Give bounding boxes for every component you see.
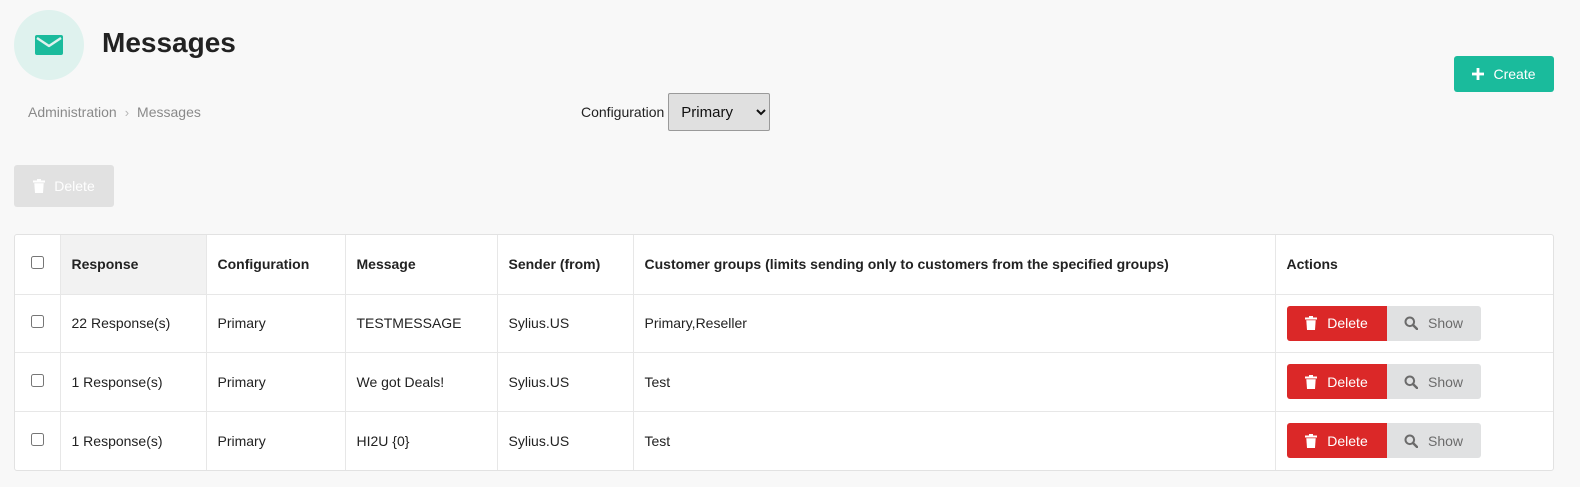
cell-response: 22 Response(s)	[60, 294, 207, 353]
row-select-cell	[15, 352, 61, 411]
cell-actions: Delete Show	[1275, 411, 1553, 470]
breadcrumb-administration[interactable]: Administration	[28, 104, 117, 120]
cell-configuration: Primary	[206, 411, 346, 470]
row-select-cell	[15, 294, 61, 353]
cell-sender: Sylius.US	[497, 352, 634, 411]
row-show-label: Show	[1427, 432, 1464, 449]
search-icon	[1404, 316, 1418, 331]
cell-message: HI2U {0}	[345, 411, 498, 470]
configuration-select[interactable]: Primary	[668, 93, 771, 131]
row-show-button[interactable]: Show	[1386, 364, 1481, 400]
column-header-sender[interactable]: Sender (from)	[497, 235, 634, 294]
breadcrumb-current: Messages	[137, 104, 201, 120]
trash-icon	[33, 179, 46, 193]
search-icon	[1404, 375, 1418, 389]
create-button-label: Create	[1493, 66, 1536, 82]
create-button[interactable]: Create	[1454, 56, 1554, 92]
column-header-response[interactable]: Response	[60, 235, 207, 294]
breadcrumb: Administration › Messages	[28, 104, 201, 120]
select-all-checkbox[interactable]	[30, 256, 44, 270]
cell-response: 1 Response(s)	[60, 352, 207, 411]
configuration-filter: Configuration Primary	[581, 93, 771, 131]
row-show-button[interactable]: Show	[1386, 305, 1481, 341]
messages-table: Response Configuration Message Sender (f…	[14, 234, 1554, 471]
row-show-label: Show	[1427, 315, 1464, 332]
column-header-customer-groups: Customer groups (limits sending only to …	[633, 235, 1276, 294]
cell-sender: Sylius.US	[497, 294, 634, 353]
row-delete-label: Delete	[1327, 315, 1368, 332]
column-header-message[interactable]: Message	[345, 235, 498, 294]
table-row: 22 Response(s) Primary TESTMESSAGE Syliu…	[15, 294, 1553, 353]
cell-actions: Delete Show	[1275, 353, 1553, 412]
row-actions: Delete Show	[1286, 423, 1543, 458]
plus-icon	[1472, 68, 1485, 80]
row-delete-button[interactable]: Delete	[1286, 423, 1387, 458]
row-delete-label: Delete	[1327, 373, 1368, 390]
cell-customer-groups: Primary,Reseller	[633, 294, 1276, 353]
cell-response: 1 Response(s)	[60, 411, 207, 470]
trash-icon	[1305, 316, 1318, 331]
bulk-delete-label: Delete	[54, 178, 95, 194]
row-select-cell	[15, 411, 61, 470]
row-delete-button[interactable]: Delete	[1286, 364, 1387, 400]
column-header-actions: Actions	[1286, 256, 1338, 273]
cell-customer-groups: Test	[633, 352, 1276, 411]
row-show-label: Show	[1427, 373, 1464, 390]
row-actions: Delete Show	[1286, 364, 1543, 400]
trash-icon	[1305, 374, 1318, 389]
cell-message: We got Deals!	[345, 352, 498, 411]
search-icon	[1404, 434, 1418, 448]
page-title: Messages	[102, 27, 236, 58]
table-row: 1 Response(s) Primary We got Deals! Syli…	[15, 352, 1553, 412]
cell-configuration: Primary	[206, 352, 346, 411]
bulk-delete-button[interactable]: Delete	[14, 165, 114, 207]
envelope-icon	[34, 34, 64, 56]
breadcrumb-separator: ›	[124, 104, 130, 120]
row-actions: Delete Show	[1286, 305, 1543, 341]
column-header-configuration[interactable]: Configuration	[206, 235, 346, 294]
select-all-cell	[15, 235, 61, 294]
row-show-button[interactable]: Show	[1386, 423, 1481, 458]
row-checkbox[interactable]	[30, 432, 44, 446]
table-header-row: Response Configuration Message Sender (f…	[15, 235, 1553, 294]
cell-configuration: Primary	[206, 294, 346, 353]
cell-message: TESTMESSAGE	[345, 294, 498, 353]
page-header-icon	[14, 10, 84, 80]
row-delete-label: Delete	[1327, 432, 1368, 449]
cell-actions: Delete Show	[1275, 294, 1553, 353]
row-checkbox[interactable]	[30, 315, 44, 329]
table-row: 1 Response(s) Primary HI2U {0} Sylius.US…	[15, 411, 1553, 470]
cell-sender: Sylius.US	[497, 411, 634, 470]
configuration-filter-label: Configuration	[581, 104, 665, 120]
cell-customer-groups: Test	[633, 411, 1276, 470]
trash-icon	[1305, 433, 1318, 448]
row-delete-button[interactable]: Delete	[1286, 305, 1387, 341]
row-checkbox[interactable]	[30, 373, 44, 387]
